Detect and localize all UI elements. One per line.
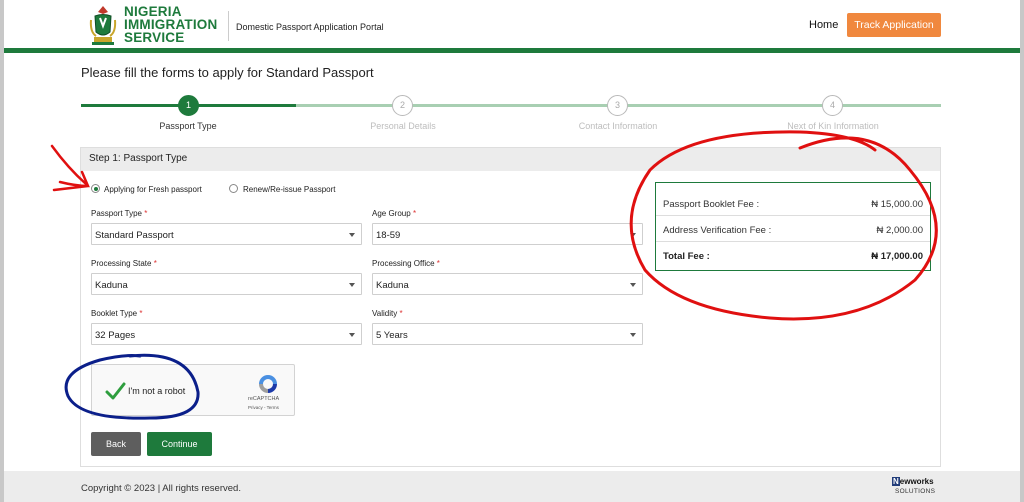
processing-state-value: Kaduna	[95, 280, 128, 291]
booklet-type-label: Booklet Type *	[91, 309, 143, 318]
booklet-type-select[interactable]: 32 Pages	[91, 323, 362, 345]
logo-line-3: SERVICE	[124, 30, 185, 45]
vendor-wordmark: Newworks	[892, 477, 934, 486]
age-group-value: 18-59	[376, 230, 401, 241]
chevron-down-icon	[349, 283, 355, 287]
recaptcha-brand: reCAPTCHA	[248, 396, 280, 402]
top-header: NIGERIA IMMIGRATION SERVICE Domestic Pas…	[0, 0, 1024, 50]
radio-fresh-label[interactable]: Applying for Fresh passport	[104, 185, 202, 194]
recaptcha-label[interactable]: I'm not a robot	[128, 386, 185, 396]
copyright-text: Copyright © 2023 | All rights reserved.	[81, 483, 241, 494]
fee-amount: ₦ 15,000.00	[871, 199, 923, 210]
fee-name: Address Verification Fee :	[663, 225, 772, 236]
step-2-circle[interactable]: 2	[392, 95, 413, 116]
validity-value: 5 Years	[376, 330, 408, 341]
coat-of-arms-icon	[89, 6, 117, 45]
fee-row: Address Verification Fee : ₦ 2,000.00	[656, 216, 930, 242]
fee-total-row: Total Fee : ₦ 17,000.00	[656, 242, 930, 268]
track-application-button[interactable]: Track Application	[847, 13, 941, 37]
step-1-circle[interactable]: 1	[178, 95, 199, 116]
fee-row: Passport Booklet Fee : ₦ 15,000.00	[656, 190, 930, 216]
logo-wordmark: NIGERIA IMMIGRATION SERVICE	[124, 5, 217, 45]
portal-name: Domestic Passport Application Portal	[236, 22, 384, 32]
processing-office-value: Kaduna	[376, 280, 409, 291]
card-header: Step 1: Passport Type	[81, 148, 940, 171]
passport-type-select[interactable]: Standard Passport	[91, 223, 362, 245]
processing-office-select[interactable]: Kaduna	[372, 273, 643, 295]
chevron-down-icon	[630, 333, 636, 337]
fee-amount: ₦ 2,000.00	[876, 225, 923, 236]
recaptcha-widget: I'm not a robot reCAPTCHA Privacy - Term…	[91, 364, 295, 416]
page-title: Please fill the forms to apply for Stand…	[81, 65, 374, 80]
vendor-subtitle: SOLUTIONS	[895, 488, 936, 495]
back-button[interactable]: Back	[91, 432, 141, 456]
processing-state-label: Processing State *	[91, 259, 157, 268]
step-4-label: Next of Kin Information	[787, 121, 879, 131]
fee-name: Passport Booklet Fee :	[663, 199, 760, 210]
page-footer: Copyright © 2023 | All rights reserved. …	[0, 471, 1024, 502]
step-3-circle[interactable]: 3	[607, 95, 628, 116]
radio-renew-label[interactable]: Renew/Re-issue Passport	[243, 185, 335, 194]
step-4-circle[interactable]: 4	[822, 95, 843, 116]
recaptcha-links[interactable]: Privacy - Terms	[248, 405, 279, 410]
fee-total-name: Total Fee :	[663, 251, 710, 262]
fee-total-amount: ₦ 17,000.00	[871, 251, 923, 262]
processing-office-label: Processing Office *	[372, 259, 440, 268]
vendor-logo: Newworks SOLUTIONS	[892, 477, 940, 499]
page: NIGERIA IMMIGRATION SERVICE Domestic Pas…	[0, 0, 1024, 502]
chevron-down-icon	[630, 283, 636, 287]
continue-button[interactable]: Continue	[147, 432, 212, 456]
step-1-label: Passport Type	[159, 121, 217, 131]
radio-renew-passport[interactable]	[229, 184, 238, 193]
validity-select[interactable]: 5 Years	[372, 323, 643, 345]
step-2-label: Personal Details	[370, 121, 436, 131]
header-divider	[228, 11, 229, 41]
fee-summary: Passport Booklet Fee : ₦ 15,000.00 Addre…	[655, 182, 931, 271]
chevron-down-icon	[349, 233, 355, 237]
nav-home-link[interactable]: Home	[809, 19, 838, 31]
age-group-label: Age Group *	[372, 209, 417, 218]
card-title: Step 1: Passport Type	[89, 153, 188, 164]
processing-state-select[interactable]: Kaduna	[91, 273, 362, 295]
passport-type-value: Standard Passport	[95, 230, 174, 241]
radio-fresh-passport[interactable]	[91, 184, 100, 193]
validity-label: Validity *	[372, 309, 403, 318]
passport-type-label: Passport Type *	[91, 209, 148, 218]
checkmark-icon[interactable]	[104, 380, 126, 402]
recaptcha-logo-icon	[259, 375, 277, 393]
step-3-label: Contact Information	[578, 121, 658, 131]
chevron-down-icon	[630, 233, 636, 237]
booklet-type-value: 32 Pages	[95, 330, 136, 341]
age-group-select[interactable]: 18-59	[372, 223, 643, 245]
chevron-down-icon	[349, 333, 355, 337]
